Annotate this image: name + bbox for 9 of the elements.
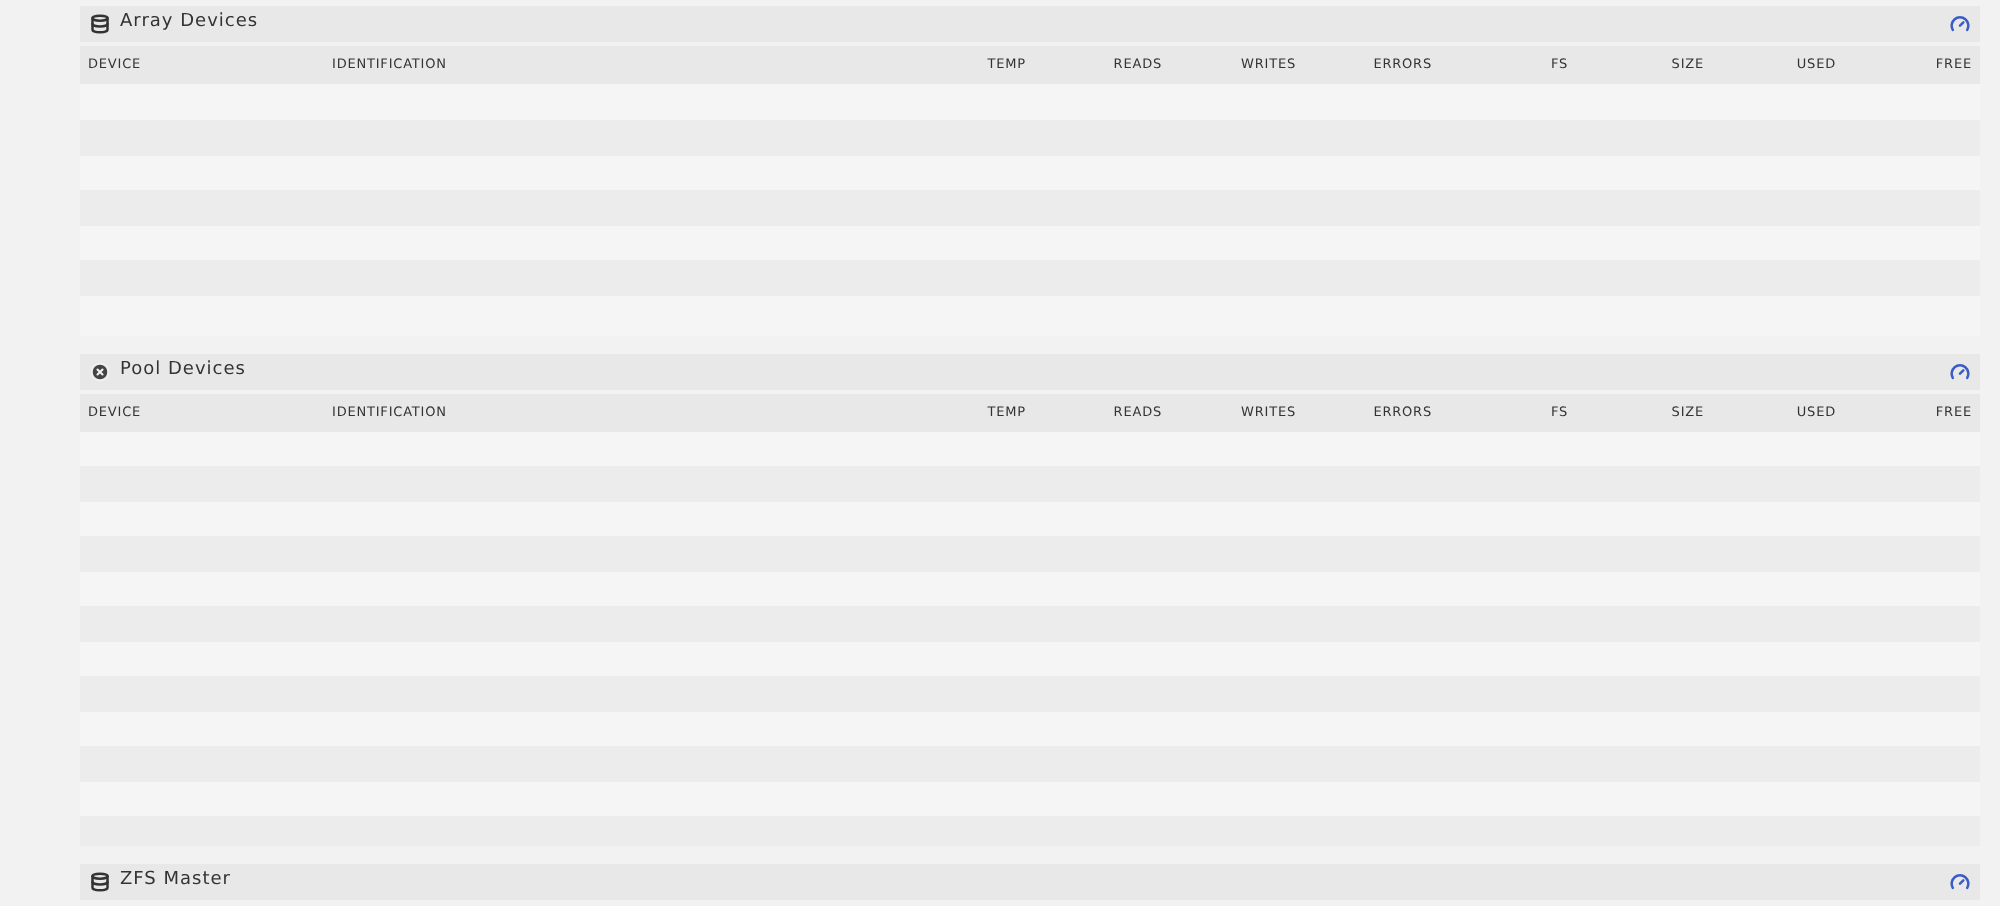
section-title: ZFS Master (120, 868, 231, 895)
gauge-icon[interactable] (1950, 14, 1970, 34)
section-title: Pool Devices (120, 358, 246, 385)
database-icon (90, 872, 110, 892)
gauge-icon[interactable] (1950, 362, 1970, 382)
gauge-icon[interactable] (1950, 872, 1970, 892)
section-title: Array Devices (120, 10, 259, 37)
database-icon (90, 14, 110, 34)
close-circle-icon (90, 362, 110, 382)
